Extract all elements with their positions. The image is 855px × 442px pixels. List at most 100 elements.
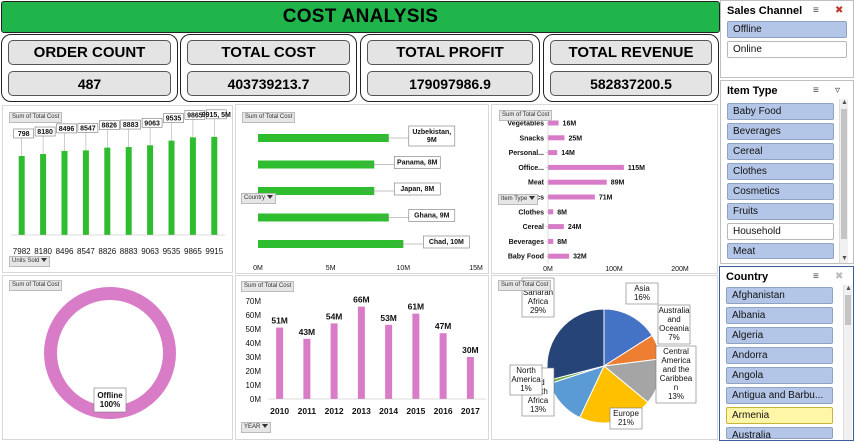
region-pie-chart[interactable]: Asia 16%Australia and Oceania 7%Central Ameri… — [492, 276, 719, 441]
item-type-filter-button[interactable]: Item Type — [498, 194, 539, 205]
x-tick-label: 9535 — [163, 247, 181, 256]
clear-filter-icon[interactable]: ✖ — [835, 5, 843, 16]
slicer-item[interactable]: Household — [727, 223, 834, 240]
data-label: Chad, 10M — [429, 239, 464, 246]
bar — [330, 323, 338, 399]
country-chart-panel[interactable]: Uzbekistan, 9M Panama, 8M Japan, 8M Ghana, 9… — [235, 104, 489, 274]
slicer-item[interactable]: Afghanistan — [726, 287, 833, 304]
slicer-item[interactable]: Clothes — [727, 163, 834, 180]
slicer-item[interactable]: Cereal — [727, 143, 834, 160]
scroll-down-icon[interactable]: ▼ — [840, 255, 849, 263]
clear-filter-icon[interactable]: ▿ — [835, 85, 840, 96]
multi-select-icon[interactable]: ≡ — [813, 85, 819, 96]
year-chart-panel[interactable]: 0M 10M 20M 30M 40M 50M 60M 70M 51M 2010 43M 2011 54M… — [235, 275, 489, 440]
slicer-title: Country — [726, 271, 769, 283]
country-filter-button[interactable]: Country — [241, 193, 277, 204]
bar — [303, 338, 311, 399]
x-tick-label: 2012 — [325, 406, 344, 416]
sum-total-cost-field-button[interactable]: Sum of Total Cost — [241, 281, 295, 292]
slicer-item[interactable]: Meat — [727, 243, 834, 259]
country-bar-chart[interactable]: Uzbekistan, 9MPanama, 8MJapan, 8MGhana, 9… — [236, 105, 490, 275]
sum-total-cost-field-button[interactable]: Sum of Total Cost — [499, 110, 553, 121]
sum-total-cost-field-button[interactable]: Sum of Total Cost — [9, 280, 63, 291]
slicer-title: Item Type — [727, 85, 778, 97]
data-label: 9535 — [166, 116, 182, 123]
bar — [548, 209, 554, 215]
y-tick-label: 0M — [250, 395, 261, 404]
data-label: 24M — [568, 224, 582, 231]
country-slicer[interactable]: Country ≡ ✖ Afghanistan Albania Algeria … — [719, 266, 854, 441]
slicer-item[interactable]: Baby Food — [727, 103, 834, 120]
y-tick-label: Cereal — [523, 224, 544, 231]
field-label: Item Type — [501, 196, 528, 202]
region-pie-panel[interactable]: Asia 16% Australia and Oceania 7% Central Ameri… — [491, 275, 718, 440]
slicer-item[interactable]: Andorra — [726, 347, 833, 364]
y-tick-label: 40M — [245, 339, 261, 348]
slicer-item[interactable]: Cosmetics — [727, 183, 834, 200]
field-label: YEAR — [244, 424, 261, 430]
year-filter-button[interactable]: YEAR — [241, 422, 272, 433]
scroll-up-icon[interactable]: ▲ — [840, 99, 849, 107]
item-type-chart-panel[interactable]: Vegetables 16M Snacks 25M Personal... 14M Offi… — [491, 104, 718, 274]
units-sold-filter-button[interactable]: Units Sold — [9, 256, 51, 267]
data-label: 8883 — [123, 122, 139, 129]
scroll-thumb[interactable] — [841, 109, 847, 239]
data-label: 9865 — [187, 112, 203, 119]
sum-total-cost-field-button[interactable]: Sum of Total Cost — [9, 112, 63, 123]
kpi-value: 487 — [8, 71, 171, 96]
item-type-scrollbar[interactable]: ▲ ▼ — [839, 99, 848, 263]
slicer-item[interactable]: Angola — [726, 367, 833, 384]
sales-channel-donut-chart[interactable]: Offline 100% — [3, 276, 234, 441]
y-tick-label: Office... — [518, 165, 544, 172]
scroll-up-icon[interactable]: ▲ — [844, 285, 853, 293]
y-tick-label: 70M — [245, 297, 261, 306]
sales-channel-slicer[interactable]: Sales Channel ≡ ✖ Offline Online — [720, 0, 854, 78]
slicer-item[interactable]: Algeria — [726, 327, 833, 344]
data-label: 8496 — [59, 126, 75, 133]
sales-channel-donut-panel[interactable]: Offline 100% Sum of Total Cost — [2, 275, 233, 440]
slicer-item[interactable]: Fruits — [727, 203, 834, 220]
y-tick-label: Meat — [528, 180, 545, 187]
filter-dropdown-icon — [41, 258, 48, 263]
x-tick-label: 9865 — [184, 247, 202, 256]
sum-total-cost-field-button[interactable]: Sum of Total Cost — [498, 280, 552, 291]
x-tick-label: 10M — [397, 265, 411, 272]
clear-filter-icon[interactable]: ✖ — [835, 271, 843, 282]
slicer-item[interactable]: Antigua and Barbu... — [726, 387, 833, 404]
bar — [258, 160, 375, 169]
item-type-slicer[interactable]: Item Type ≡ ▿ Baby Food Beverages Cereal… — [720, 80, 854, 264]
data-label: Panama, 8M — [397, 160, 438, 167]
slicer-item[interactable]: Albania — [726, 307, 833, 324]
slicer-item-online[interactable]: Online — [727, 41, 847, 58]
data-label: 8547 — [80, 125, 96, 132]
scroll-thumb[interactable] — [845, 295, 851, 325]
x-tick-label: 8883 — [120, 247, 138, 256]
bar — [548, 179, 607, 185]
x-tick-label: 0M — [543, 266, 553, 273]
year-bar-chart[interactable]: 0M 10M 20M 30M 40M 50M 60M 70M 51M 2010 43M 2011 54M… — [236, 276, 490, 441]
units-sold-bar-chart[interactable]: 7987982818081808496849685478547882688268… — [3, 106, 234, 274]
slicer-item[interactable]: Australia — [726, 427, 833, 439]
bar — [548, 135, 565, 141]
data-label: 14M — [561, 150, 575, 157]
x-tick-label: 8826 — [98, 247, 116, 256]
bar — [168, 140, 175, 235]
data-label: 16M — [563, 121, 577, 128]
units-sold-chart-panel[interactable]: 798 7982 8180 8180 8496 8496 8547 8547 8826 8826 8… — [2, 105, 233, 273]
multi-select-icon[interactable]: ≡ — [813, 5, 819, 16]
sum-total-cost-field-button[interactable]: Sum of Total Cost — [242, 112, 296, 123]
bar — [548, 253, 570, 259]
slicer-item[interactable]: Armenia — [726, 407, 833, 424]
multi-select-icon[interactable]: ≡ — [813, 271, 819, 282]
y-tick-label: Personal... — [509, 150, 544, 157]
filter-dropdown-icon — [529, 196, 536, 201]
item-type-bar-chart[interactable]: Vegetables 16M Snacks 25M Personal... 14M Offi… — [492, 105, 719, 275]
field-label: Units Sold — [12, 258, 40, 264]
data-label: 66M — [353, 295, 370, 305]
slicer-item[interactable]: Beverages — [727, 123, 834, 140]
y-tick-label: 60M — [245, 311, 261, 320]
slicer-item-offline[interactable]: Offline — [727, 21, 847, 38]
dashboard-title: COST ANALYSIS — [1, 1, 720, 33]
country-scrollbar[interactable]: ▲ — [843, 285, 852, 440]
y-tick-label: 30M — [245, 353, 261, 362]
